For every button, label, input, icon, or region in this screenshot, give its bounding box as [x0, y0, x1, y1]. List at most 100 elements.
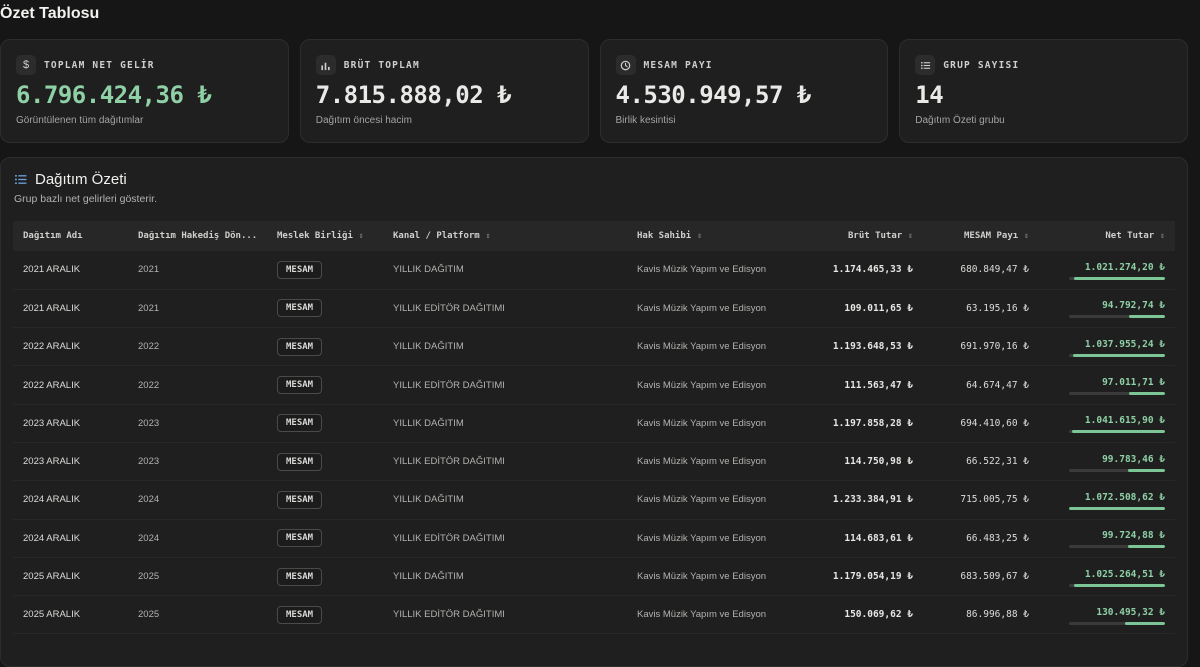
- cell-gross: 150.069,62 ₺: [844, 609, 913, 621]
- card-label: BRÜT TOPLAM: [343, 59, 420, 71]
- cell-union: MESAM: [267, 519, 383, 557]
- list-icon: [915, 55, 936, 75]
- net-progress-fill: [1127, 545, 1165, 549]
- union-badge: MESAM: [277, 260, 323, 279]
- union-badge: MESAM: [277, 299, 323, 318]
- sort-icon[interactable]: ⇕: [697, 231, 702, 240]
- cell-period: 2025: [138, 609, 160, 621]
- card-group-count: GRUP SAYISI 14 Dağıtım Özeti grubu: [899, 39, 1188, 143]
- card-label: GRUP SAYISI: [943, 59, 1020, 71]
- column-header-distribution-name[interactable]: Dağıtım Adı: [13, 221, 128, 251]
- cell-owner: Kavis Müzik Yapım ve Edisyon: [637, 532, 767, 544]
- cell-owner: Kavis Müzik Yapım ve Edisyon: [637, 456, 767, 468]
- net-amount: 94.792,74 ₺: [1102, 300, 1165, 312]
- cell-mesam: 66.522,31 ₺: [966, 456, 1029, 468]
- cell-union: MESAM: [267, 442, 383, 480]
- cell-union: MESAM: [267, 596, 383, 634]
- table-row[interactable]: 2023 ARALIK 2023 MESAM YILLIK DAĞITIM Ka…: [13, 404, 1175, 443]
- cell-owner: Kavis Müzik Yapım ve Edisyon: [637, 571, 767, 583]
- cell-owner: Kavis Müzik Yapım ve Edisyon: [637, 302, 767, 314]
- table-row[interactable]: 2021 ARALIK 2021 MESAM YILLIK EDİTÖR DAĞ…: [13, 289, 1175, 328]
- column-header-mesam[interactable]: MESAM Payı ⇕: [923, 221, 1039, 251]
- cell-owner: Kavis Müzik Yapım ve Edisyon: [637, 609, 767, 621]
- net-progress-fill: [1073, 276, 1165, 280]
- cell-gross: 1.174.465,33 ₺: [832, 264, 913, 276]
- cell-distribution-name: 2023 ARALIK: [23, 417, 81, 429]
- cell-channel: YILLIK EDİTÖR DAĞITIMI: [393, 532, 505, 544]
- cell-gross: 1.197.858,28 ₺: [832, 417, 913, 429]
- sort-icon[interactable]: ⇕: [359, 231, 364, 240]
- cell-distribution-name: 2023 ARALIK: [23, 456, 81, 468]
- cell-union: MESAM: [267, 557, 383, 595]
- table-row[interactable]: 2025 ARALIK 2025 MESAM YILLIK DAĞITIM Ka…: [13, 557, 1175, 596]
- union-badge: MESAM: [277, 605, 323, 624]
- cell-channel: YILLIK EDİTÖR DAĞITIMI: [393, 609, 505, 621]
- table-row[interactable]: 2021 ARALIK 2021 MESAM YILLIK DAĞITIM Ka…: [13, 251, 1175, 290]
- column-header-gross[interactable]: Brüt Tutar ⇕: [787, 221, 923, 251]
- union-badge: MESAM: [277, 490, 323, 509]
- cell-channel: YILLIK DAĞITIM: [393, 417, 464, 429]
- cell-distribution-name: 2021 ARALIK: [23, 264, 81, 276]
- sort-icon[interactable]: ⇕: [1160, 231, 1165, 240]
- table-row[interactable]: 2022 ARALIK 2022 MESAM YILLIK EDİTÖR DAĞ…: [13, 366, 1175, 405]
- cell-union: MESAM: [267, 328, 383, 366]
- cell-net: 130.495,32 ₺: [1039, 596, 1175, 634]
- cell-mesam: 86.996,88 ₺: [966, 609, 1029, 621]
- cell-net: 97.011,71 ₺: [1039, 366, 1175, 404]
- net-progress-bar: [1069, 621, 1165, 625]
- cell-gross: 1.233.384,91 ₺: [832, 494, 913, 506]
- net-amount: 97.011,71 ₺: [1102, 377, 1165, 389]
- sort-icon[interactable]: ⇕: [486, 231, 491, 240]
- cell-channel: YILLIK DAĞITIM: [393, 571, 464, 583]
- cell-owner: Kavis Müzik Yapım ve Edisyon: [637, 417, 767, 429]
- net-amount: 1.037.955,24 ₺: [1084, 338, 1165, 350]
- card-subtitle: Görüntülenen tüm dağıtımlar: [16, 115, 144, 126]
- table-row[interactable]: 2024 ARALIK 2024 MESAM YILLIK DAĞITIM Ka…: [13, 481, 1175, 520]
- cell-net: 1.037.955,24 ₺: [1039, 328, 1175, 366]
- cell-channel: YILLIK DAĞITIM: [393, 494, 464, 506]
- table-row[interactable]: 2023 ARALIK 2023 MESAM YILLIK EDİTÖR DAĞ…: [13, 442, 1175, 481]
- cell-net: 1.041.615,90 ₺: [1039, 404, 1175, 442]
- sort-icon[interactable]: ⇕: [1024, 231, 1029, 240]
- sort-icon[interactable]: ⇕: [908, 231, 913, 240]
- table-row[interactable]: 2024 ARALIK 2024 MESAM YILLIK EDİTÖR DAĞ…: [13, 519, 1175, 558]
- net-progress-fill: [1073, 583, 1165, 587]
- cell-mesam: 64.674,47 ₺: [966, 379, 1029, 391]
- card-gross-total: BRÜT TOPLAM 7.815.888,02 ₺ Dağıtım önces…: [299, 39, 589, 143]
- cell-union: MESAM: [267, 366, 383, 404]
- table-row[interactable]: 2025 ARALIK 2025 MESAM YILLIK EDİTÖR DAĞ…: [13, 596, 1175, 634]
- union-badge: MESAM: [277, 414, 323, 433]
- net-progress-bar: [1069, 353, 1165, 357]
- cell-gross: 111.563,47 ₺: [844, 379, 913, 391]
- cell-net: 1.072.508,62 ₺: [1039, 481, 1175, 519]
- table-row[interactable]: 2022 ARALIK 2022 MESAM YILLIK DAĞITIM Ka…: [13, 328, 1175, 366]
- card-value: 4.530.949,57 ₺: [615, 81, 812, 109]
- bar-chart-icon: [315, 55, 336, 75]
- cell-period: 2022: [138, 341, 160, 353]
- cell-channel: YILLIK DAĞITIM: [393, 264, 464, 276]
- cell-union: MESAM: [267, 404, 383, 442]
- cell-distribution-name: 2025 ARALIK: [23, 609, 81, 621]
- cell-mesam: 683.509,67 ₺: [960, 571, 1029, 583]
- list-icon: [14, 173, 27, 186]
- column-header-owner[interactable]: Hak Sahibi ⇕: [627, 221, 787, 251]
- stat-cards: $ TOPLAM NET GELİR 6.796.424,36 ₺ Görünt…: [0, 39, 1188, 143]
- net-amount: 1.041.615,90 ₺: [1084, 415, 1165, 427]
- column-header-net[interactable]: Net Tutar ⇕: [1039, 221, 1175, 251]
- net-progress-bar: [1069, 545, 1165, 549]
- net-amount: 1.021.274,20 ₺: [1084, 261, 1165, 273]
- net-progress-bar: [1069, 506, 1165, 510]
- cell-net: 99.783,46 ₺: [1039, 442, 1175, 480]
- column-header-union[interactable]: Meslek Birliği ⇕: [267, 221, 383, 251]
- net-progress-fill: [1069, 506, 1165, 510]
- cell-net: 1.021.274,20 ₺: [1039, 251, 1175, 289]
- column-header-channel[interactable]: Kanal / Platform ⇕: [383, 221, 627, 251]
- union-badge: MESAM: [277, 529, 323, 548]
- card-mesam-share: MESAM PAYI 4.530.949,57 ₺ Birlik kesinti…: [599, 39, 889, 143]
- card-value: 14: [915, 81, 944, 109]
- cell-period: 2023: [138, 417, 160, 429]
- card-label: TOPLAM NET GELİR: [44, 59, 155, 71]
- column-header-period[interactable]: Dağıtım Hakediş Dön...: [128, 221, 267, 251]
- cell-distribution-name: 2021 ARALIK: [23, 302, 81, 314]
- cell-owner: Kavis Müzik Yapım ve Edisyon: [637, 379, 767, 391]
